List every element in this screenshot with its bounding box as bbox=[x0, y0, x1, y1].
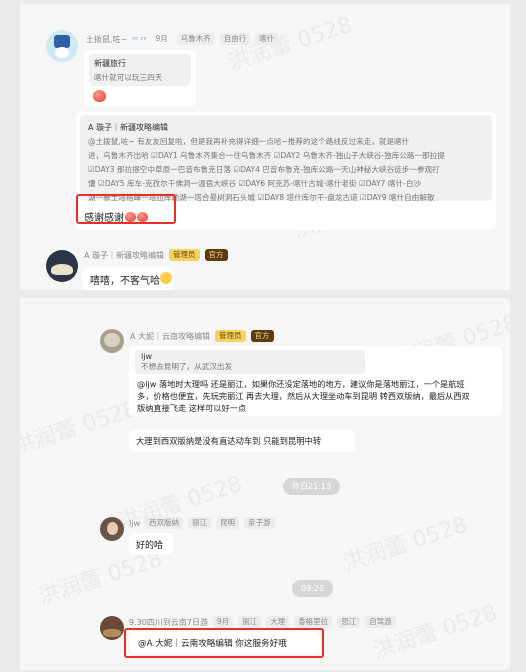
highlight-box bbox=[76, 194, 176, 224]
message-bubble[interactable]: 大理到西双版纳是没有直达动车到 只能到昆明中转 bbox=[129, 430, 355, 452]
user-tag: 自驾游 bbox=[365, 616, 396, 628]
user-tag: 香格里拉 bbox=[294, 616, 333, 628]
user-tag: 喀什 bbox=[255, 33, 279, 45]
user-tag: 昆明 bbox=[216, 517, 239, 529]
admin-badge: 管理员 bbox=[169, 249, 200, 261]
admin-badge: 管理员 bbox=[215, 330, 246, 342]
sender-name[interactable]: A 璇子｜新疆攻略编辑 bbox=[84, 250, 164, 261]
reply-text: @ljw 落地时大理吗 还是丽江，如果你还没定落地的地方，建议你是落地丽江，一个… bbox=[137, 378, 470, 414]
sender-name[interactable]: A 大妮｜云南攻略编辑 bbox=[130, 331, 210, 342]
user-tag: 大理 bbox=[266, 616, 290, 628]
user-tag: 丽江 bbox=[238, 616, 262, 628]
official-badge: 官方 bbox=[204, 249, 228, 261]
watermark: 洪润蕾 0528 bbox=[370, 600, 501, 665]
quote-line: ☑DAY3 那拉提空中草原一巴音布鲁克日落 ☑DAY4 巴音布鲁克-独库公路一天… bbox=[88, 165, 440, 174]
quote-text: 不想去昆明了，从武汉出发 bbox=[141, 362, 233, 371]
quote-line: 进，乌鲁木齐出哈 ☑DAY1 乌鲁木齐集合一住乌鲁木齐 ☑DAY2 乌鲁木齐-独… bbox=[88, 151, 445, 160]
sender-name[interactable]: ljw bbox=[129, 519, 140, 528]
reply-line: 多，价格也便宜，先玩完丽江 再去大理，然后从大理坐动车到昆明 转西双版纳，最后从… bbox=[137, 391, 470, 401]
watermark: 洪润蕾 0528 bbox=[20, 396, 141, 461]
message-bubble[interactable]: 新疆旅行 喀什就可以玩三四天 bbox=[84, 50, 196, 106]
user-tag: 西双版纳 bbox=[145, 517, 183, 529]
sender-meta: A 璇子｜新疆攻略编辑 管理员 官方 bbox=[84, 249, 228, 261]
official-badge: 官方 bbox=[250, 330, 274, 342]
avatar[interactable] bbox=[46, 30, 78, 62]
watermark: 洪润蕾 0528 bbox=[340, 512, 471, 577]
quote-user: ljw bbox=[141, 352, 152, 361]
user-tag: 9月 bbox=[155, 34, 168, 43]
quote-header: A 璇子｜新疆攻略编辑 bbox=[88, 123, 169, 132]
sender-meta: 9.30四川到云南7日游 9月 丽江 大理 香格里拉 怒江 自驾游 bbox=[129, 616, 396, 628]
chat-panel-yunnan: 洪润蕾 0528 洪润蕾 0528 洪润蕾 0528 洪润蕾 0528 洪润蕾 … bbox=[20, 298, 510, 670]
avatar[interactable] bbox=[100, 616, 124, 640]
reply-line: 版纳直接飞走 这样可以好一点 bbox=[137, 403, 247, 413]
user-tag: 9月 bbox=[212, 616, 234, 628]
quote-line: 馕 ☑DAY5 库车-克孜尔千佛洞一温宿大峡谷 ☑DAY6 阿克苏-喀什古城-喀… bbox=[88, 179, 422, 188]
sender-meta: ljw 西双版纳 丽江 昆明 亲子游 bbox=[129, 517, 275, 529]
reply-line: @ljw 落地时大理吗 还是丽江，如果你还没定落地的地方，建议你是落地丽江，一个… bbox=[137, 379, 465, 389]
quoted-message[interactable]: A 璇子｜新疆攻略编辑 @土拨鼠,咗~ 有友友回复啦，但是我再补充得详细一点哈~… bbox=[80, 115, 492, 201]
quoted-message[interactable]: ljw 不想去昆明了，从武汉出发 bbox=[135, 350, 365, 374]
sender-name[interactable]: 土拨鼠,咗~ bbox=[86, 34, 127, 45]
message-bubble[interactable]: 嘻嘻，不客气哈 bbox=[82, 267, 174, 290]
user-tag: 亲子游 bbox=[244, 517, 275, 529]
message-bubble[interactable]: 好的哈 bbox=[129, 533, 173, 554]
user-tag: 乌鲁木齐 bbox=[176, 33, 215, 45]
message-text: 嘻嘻，不客气哈 bbox=[90, 276, 160, 287]
zzz-icon: ᶻᶻ ᶻᶻ bbox=[132, 34, 147, 44]
avatar[interactable] bbox=[46, 250, 78, 282]
avatar[interactable] bbox=[100, 517, 124, 541]
user-tag: 丽江 bbox=[188, 517, 211, 529]
quote-text: 喀什就可以玩三四天 bbox=[94, 73, 163, 82]
sender-meta: 土拨鼠,咗~ ᶻᶻ ᶻᶻ 9月 乌鲁木齐 自由行 喀什 bbox=[86, 33, 279, 45]
peach-emoji-icon bbox=[93, 90, 106, 102]
sender-meta: A 大妮｜云南攻略编辑 管理员 官方 bbox=[130, 330, 274, 342]
smile-emoji-icon bbox=[160, 272, 172, 284]
chat-panel-xinjiang: 洪润蕾 0528 洪润蕾 0528 土拨鼠,咗~ ᶻᶻ ᶻᶻ 9月 乌鲁木齐 自… bbox=[20, 4, 510, 290]
user-tag: 怒江 bbox=[337, 616, 361, 628]
quote-title: 新疆旅行 bbox=[94, 59, 126, 68]
highlight-box bbox=[124, 628, 324, 658]
message-text: 大理到西双版纳是没有直达动车到 只能到昆明中转 bbox=[136, 436, 322, 446]
quoted-message[interactable]: 新疆旅行 喀什就可以玩三四天 bbox=[89, 54, 191, 86]
message-bubble[interactable]: ljw 不想去昆明了，从武汉出发 @ljw 落地时大理吗 还是丽江，如果你还没定… bbox=[129, 346, 502, 416]
timestamp: 昨日21:13 bbox=[283, 478, 341, 495]
quote-line: @土拨鼠,咗~ 有友友回复啦，但是我再补充得详细一点哈~推荐的这个路线反过来走，… bbox=[88, 137, 410, 146]
user-tag: 自由行 bbox=[219, 33, 251, 45]
timestamp: 09:28 bbox=[292, 580, 334, 597]
sender-name[interactable]: 9.30四川到云南7日游 bbox=[129, 617, 208, 628]
message-text: 好的哈 bbox=[136, 541, 164, 551]
avatar[interactable] bbox=[100, 329, 124, 353]
